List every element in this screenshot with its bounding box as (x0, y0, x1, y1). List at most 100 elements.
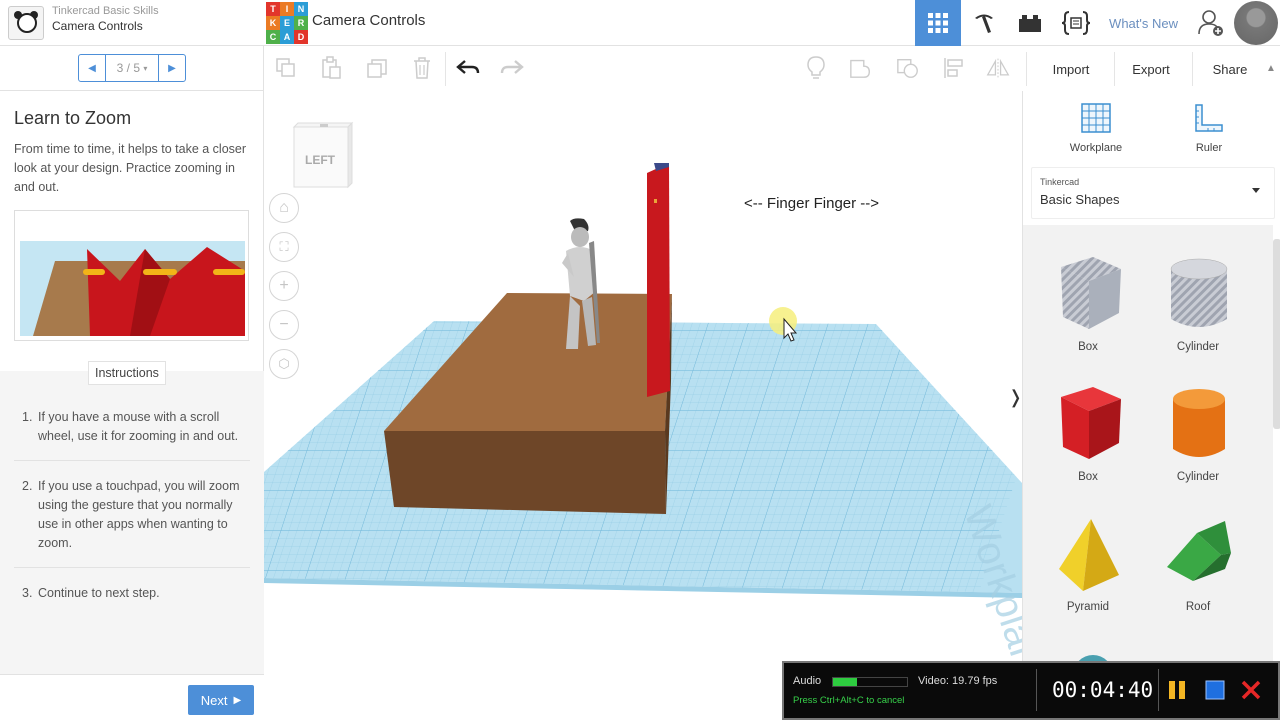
perspective-toggle-button[interactable]: ⬡ (269, 349, 299, 379)
collapse-toolbar-button[interactable]: ▲ (1264, 56, 1278, 80)
brown-box-front[interactable] (384, 431, 666, 514)
whats-new-link[interactable]: What's New (1099, 16, 1188, 31)
share-button[interactable]: Share (1198, 54, 1262, 84)
bricks-button[interactable] (1007, 0, 1053, 46)
stop-recording-button[interactable] (1204, 679, 1226, 701)
add-user-icon (1198, 10, 1223, 36)
shape-box[interactable]: Box (1043, 369, 1133, 489)
shape-label: Roof (1185, 601, 1211, 613)
group-button[interactable] (849, 56, 873, 80)
redo-button[interactable] (500, 56, 524, 80)
export-button[interactable]: Export (1120, 54, 1182, 84)
notes-button[interactable] (804, 56, 828, 80)
scene-canvas[interactable]: Workplane (264, 91, 1022, 720)
grid-view-button[interactable] (915, 0, 962, 46)
ungroup-button[interactable] (896, 56, 920, 80)
close-icon (1241, 680, 1261, 700)
shape-label: Box (1078, 341, 1098, 353)
step-title: Learn to Zoom (14, 108, 132, 128)
import-button[interactable]: Import (1036, 54, 1106, 84)
instruction-text: Continue to next step. (38, 586, 160, 600)
yellow-pyramid-icon (1059, 519, 1119, 591)
instruction-text: If you have a mouse with a scroll wheel,… (38, 410, 239, 443)
undo-button[interactable] (456, 56, 480, 80)
align-icon (944, 58, 963, 78)
cube-icon: ⬡ (278, 356, 290, 371)
shapes-scrollbar[interactable] (1273, 239, 1280, 429)
shape-label: Cylinder (1176, 471, 1220, 483)
view-cube[interactable]: LEFT (292, 121, 354, 189)
shape-library-select[interactable]: Tinkercad Basic Shapes (1031, 167, 1275, 219)
lesson-avatar-icon[interactable] (8, 6, 44, 40)
next-button[interactable]: Next ▶ (188, 685, 254, 715)
paste-icon (322, 56, 341, 79)
step-pager: ◀ 3 / 5 ▾ ▶ (78, 54, 186, 82)
shape-roof[interactable]: Roof (1153, 499, 1243, 619)
zoom-in-button[interactable]: + (269, 271, 299, 301)
instruction-text: If you use a touchpad, you will zoom usi… (38, 479, 240, 550)
delete-button[interactable] (410, 56, 434, 80)
instruction-number: 1. (22, 410, 33, 424)
grid-icon (928, 13, 949, 33)
paste-button[interactable] (319, 56, 343, 80)
edit-toolbar: Import Export Share ▲ (264, 46, 1280, 91)
logo-letter: K (266, 16, 280, 30)
align-button[interactable] (942, 56, 966, 80)
step-select[interactable]: 3 / 5 ▾ (105, 55, 159, 81)
library-source: Tinkercad (1040, 177, 1080, 187)
logo-letter: C (266, 30, 280, 44)
copy-icon (276, 58, 295, 77)
divider (1192, 52, 1193, 86)
tinkercad-logo[interactable]: T I N K E R C A D (266, 2, 308, 44)
duplicate-button[interactable] (366, 56, 390, 80)
mirror-button[interactable] (986, 56, 1010, 80)
prev-step-button[interactable]: ◀ (79, 55, 105, 81)
workplane-tool[interactable]: Workplane (1056, 101, 1136, 154)
lesson-course-name: Tinkercad Basic Skills (52, 5, 159, 17)
pause-recording-button[interactable] (1166, 679, 1188, 701)
home-view-button[interactable]: ⌂ (269, 193, 299, 223)
divider (1158, 669, 1159, 711)
audio-level-meter (832, 677, 908, 687)
user-avatar[interactable] (1234, 1, 1278, 45)
chevron-right-icon: ▶ (233, 694, 242, 706)
viewport-annotation: <-- Finger Finger --> (744, 195, 880, 212)
blocks-button[interactable] (961, 0, 1007, 46)
audio-label: Audio (793, 675, 822, 687)
ruler-tool[interactable]: Ruler (1169, 101, 1249, 154)
video-fps: Video: 19.79 fps (918, 675, 998, 687)
design-title[interactable]: Camera Controls (312, 12, 425, 29)
lesson-footer: Next ▶ (0, 674, 264, 720)
shape-cylinder-hole[interactable]: Cylinder (1153, 239, 1243, 359)
logo-letter: I (280, 2, 294, 16)
fit-view-button[interactable]: ⛶ (269, 232, 299, 262)
divider (1036, 669, 1037, 711)
red-wall-marker (654, 199, 657, 203)
shape-label: Pyramid (1066, 601, 1110, 613)
collapse-panel-button[interactable]: ❭ (1008, 387, 1022, 408)
caret-down-icon (1252, 188, 1260, 193)
shapes-grid: Box Cylinder Box Cylinder Pyramid Roof (1023, 225, 1273, 720)
red-box-icon (1061, 387, 1121, 459)
shapes-panel: Workplane Ruler Tinkercad Basic Shapes B… (1022, 91, 1280, 720)
next-step-arrow-button[interactable]: ▶ (159, 55, 185, 81)
shape-cylinder[interactable]: Cylinder (1153, 369, 1243, 489)
undo-icon (456, 60, 480, 74)
instructions-list: 1. If you have a mouse with a scroll whee… (14, 402, 250, 627)
workplane-viewport[interactable]: Workplane LEFT ⌂ ⛶ + − ⬡ <-- Finger Fing… (264, 91, 1022, 720)
instructions-tab: Instructions (88, 361, 166, 385)
red-wall[interactable] (647, 163, 670, 397)
logo-letter: A (280, 30, 294, 44)
shape-box-hole[interactable]: Box (1043, 239, 1133, 359)
cancel-recording-button[interactable] (1240, 679, 1262, 701)
pause-icon (1169, 681, 1185, 699)
zoom-out-button[interactable]: − (269, 310, 299, 340)
shape-pyramid[interactable]: Pyramid (1043, 499, 1133, 619)
instruction-item: 2. If you use a touchpad, you will zoom u… (14, 471, 250, 568)
copy-button[interactable] (274, 56, 298, 80)
striped-cylinder-icon (1170, 258, 1228, 327)
divider (0, 90, 264, 91)
ruler-label: Ruler (1195, 142, 1223, 154)
add-user-button[interactable] (1188, 0, 1234, 46)
codeblocks-button[interactable] (1053, 0, 1099, 46)
